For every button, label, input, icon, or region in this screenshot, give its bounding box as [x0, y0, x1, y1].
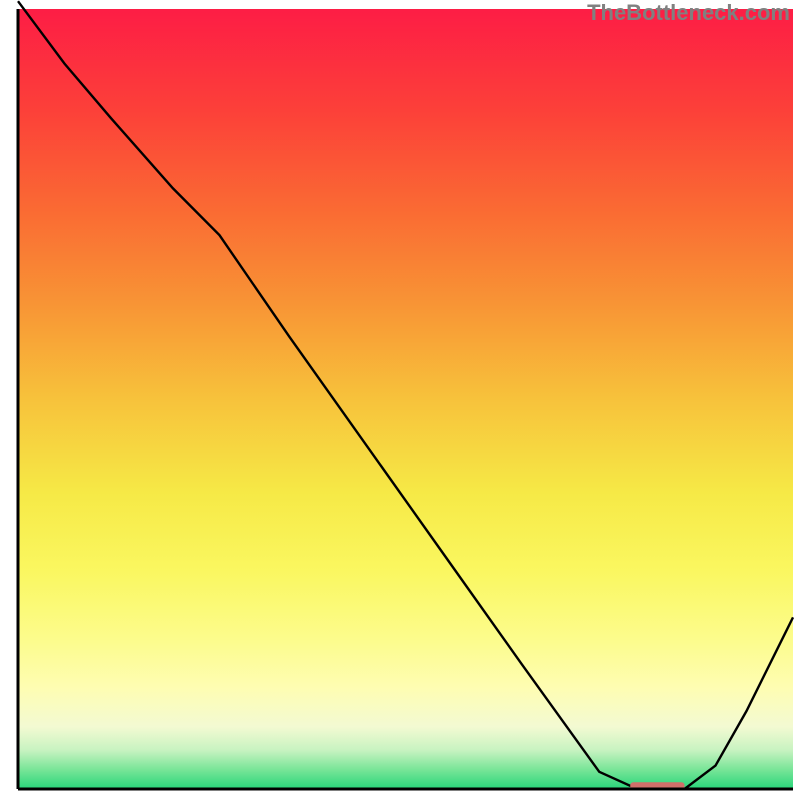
chart-background: [18, 9, 793, 789]
bottleneck-chart: [0, 0, 800, 800]
watermark-text: TheBottleneck.com: [587, 0, 790, 26]
